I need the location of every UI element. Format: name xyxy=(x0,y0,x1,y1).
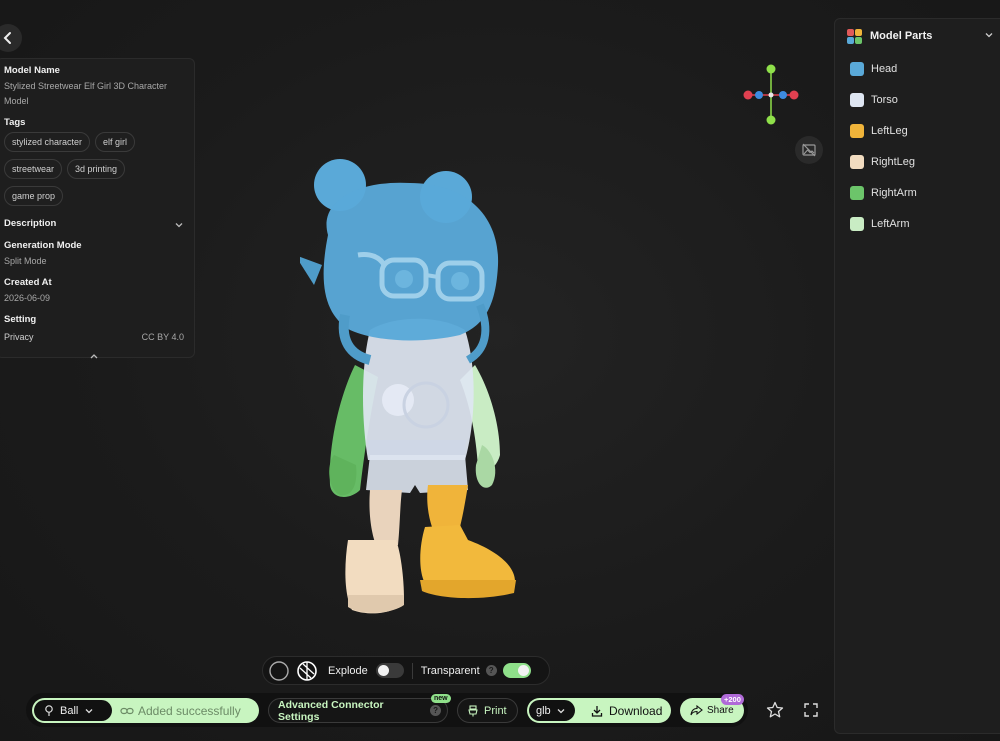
connector-type-value: Ball xyxy=(60,704,79,717)
tag-chip[interactable]: elf girl xyxy=(95,132,136,152)
fullscreen-button[interactable] xyxy=(797,696,825,724)
character-model[interactable] xyxy=(300,155,530,620)
tag-chip[interactable]: stylized character xyxy=(4,132,91,152)
solid-view-button[interactable] xyxy=(268,660,290,682)
help-icon[interactable]: ? xyxy=(485,665,497,676)
favorite-button[interactable] xyxy=(761,696,789,724)
added-status: Added successfully xyxy=(120,704,241,718)
print-label: Print xyxy=(484,704,507,717)
model-info-panel: Model Name Stylized Streetwear Elf Girl … xyxy=(0,58,195,360)
generation-mode-value: Split Mode xyxy=(4,256,47,266)
privacy-value: CC BY 4.0 xyxy=(141,332,184,342)
wireframe-view-button[interactable] xyxy=(296,660,318,682)
description-label: Description xyxy=(4,218,57,229)
chevron-down-icon xyxy=(557,708,565,713)
transparent-toggle[interactable] xyxy=(502,663,531,678)
printer-icon xyxy=(468,704,478,716)
advanced-connector-settings-button[interactable]: Advanced Connector Settings ? xyxy=(268,698,448,723)
part-label: Torso xyxy=(871,93,898,106)
model-parts-panel: Model Parts Head Torso LeftLeg RightLeg … xyxy=(834,18,1000,734)
transparent-label: Transparent xyxy=(420,664,480,677)
part-color-swatch xyxy=(850,154,864,169)
part-item-rightarm[interactable]: RightArm xyxy=(835,177,1000,208)
part-item-leftarm[interactable]: LeftArm xyxy=(835,208,1000,239)
part-color-swatch xyxy=(850,216,864,231)
part-item-leftleg[interactable]: LeftLeg xyxy=(835,115,1000,146)
share-reward-badge: +200 xyxy=(721,694,744,705)
share-label: Share xyxy=(707,705,734,716)
download-button[interactable]: Download xyxy=(591,704,662,718)
star-icon xyxy=(766,701,784,718)
connector-group: Ball Added successfully xyxy=(32,698,259,723)
parts-logo-icon xyxy=(847,28,862,44)
part-label: RightLeg xyxy=(871,155,916,168)
model-name-section: Model Name Stylized Streetwear Elf Girl … xyxy=(4,65,184,109)
chevron-up-icon xyxy=(90,354,98,359)
part-color-swatch xyxy=(850,185,864,200)
part-item-torso[interactable]: Torso xyxy=(835,84,1000,115)
image-off-icon xyxy=(802,143,816,157)
created-at-value: 2026-06-09 xyxy=(4,293,51,303)
created-at-section: Created At 2026-06-09 xyxy=(4,277,184,306)
explode-label: Explode xyxy=(328,664,368,677)
explode-toggle[interactable] xyxy=(375,663,404,678)
share-icon xyxy=(690,705,703,716)
fullscreen-icon xyxy=(804,703,818,717)
setting-label: Setting xyxy=(4,314,37,325)
generation-mode-label: Generation Mode xyxy=(4,240,82,251)
sphere-icon xyxy=(269,660,289,681)
chevron-down-icon xyxy=(985,33,993,38)
added-status-text: Added successfully xyxy=(138,703,241,718)
part-label: LeftLeg xyxy=(871,124,908,137)
wireframe-sphere-icon xyxy=(297,660,317,681)
chevron-down-icon xyxy=(175,223,183,228)
link-icon xyxy=(120,707,134,714)
help-icon[interactable]: ? xyxy=(430,705,441,716)
chevron-left-icon xyxy=(3,32,11,44)
tag-chip[interactable]: streetwear xyxy=(4,159,63,179)
part-label: LeftArm xyxy=(871,217,910,230)
download-label: Download xyxy=(609,703,663,718)
privacy-row: Privacy CC BY 4.0 xyxy=(4,332,184,342)
pin-icon xyxy=(45,704,53,716)
part-color-swatch xyxy=(850,123,864,138)
format-value: glb xyxy=(536,704,551,717)
tag-chip[interactable]: game prop xyxy=(4,186,64,206)
model-parts-title: Model Parts xyxy=(870,30,933,42)
setting-section: Setting Privacy CC BY 4.0 xyxy=(4,314,184,342)
toggle-visibility-button[interactable] xyxy=(795,136,823,164)
part-item-head[interactable]: Head xyxy=(835,53,1000,84)
connector-type-select[interactable]: Ball xyxy=(34,700,112,721)
model-parts-header[interactable]: Model Parts xyxy=(835,19,1000,53)
description-toggle[interactable]: Description xyxy=(4,218,184,232)
part-label: RightArm xyxy=(871,186,917,199)
divider xyxy=(411,662,413,679)
tags-section: Tags stylized character elf girl streetw… xyxy=(4,117,184,206)
generation-mode-section: Generation Mode Split Mode xyxy=(4,240,184,269)
print-button[interactable]: Print xyxy=(457,698,518,723)
view-toolbar: Explode Transparent ? xyxy=(262,656,550,685)
download-icon xyxy=(591,705,603,717)
chevron-down-icon xyxy=(85,708,93,713)
tag-chip[interactable]: 3d printing xyxy=(67,159,126,179)
tags-label: Tags xyxy=(4,117,26,128)
axis-gizmo[interactable] xyxy=(740,62,802,128)
model-name-label: Model Name xyxy=(4,65,60,76)
advanced-connector-label: Advanced Connector Settings xyxy=(278,698,384,723)
part-color-swatch xyxy=(850,61,864,76)
created-at-label: Created At xyxy=(4,277,52,288)
model-name-value: Stylized Streetwear Elf Girl 3D Characte… xyxy=(4,81,168,106)
collapse-panel-button[interactable] xyxy=(4,352,184,360)
format-select[interactable]: glb xyxy=(529,700,575,721)
download-group: glb Download xyxy=(527,698,671,723)
part-label: Head xyxy=(871,62,898,75)
part-item-rightleg[interactable]: RightLeg xyxy=(835,146,1000,177)
part-color-swatch xyxy=(850,92,864,107)
new-badge: new xyxy=(431,694,451,703)
parts-list: Head Torso LeftLeg RightLeg RightArm Lef… xyxy=(835,53,1000,239)
privacy-label: Privacy xyxy=(4,332,34,342)
